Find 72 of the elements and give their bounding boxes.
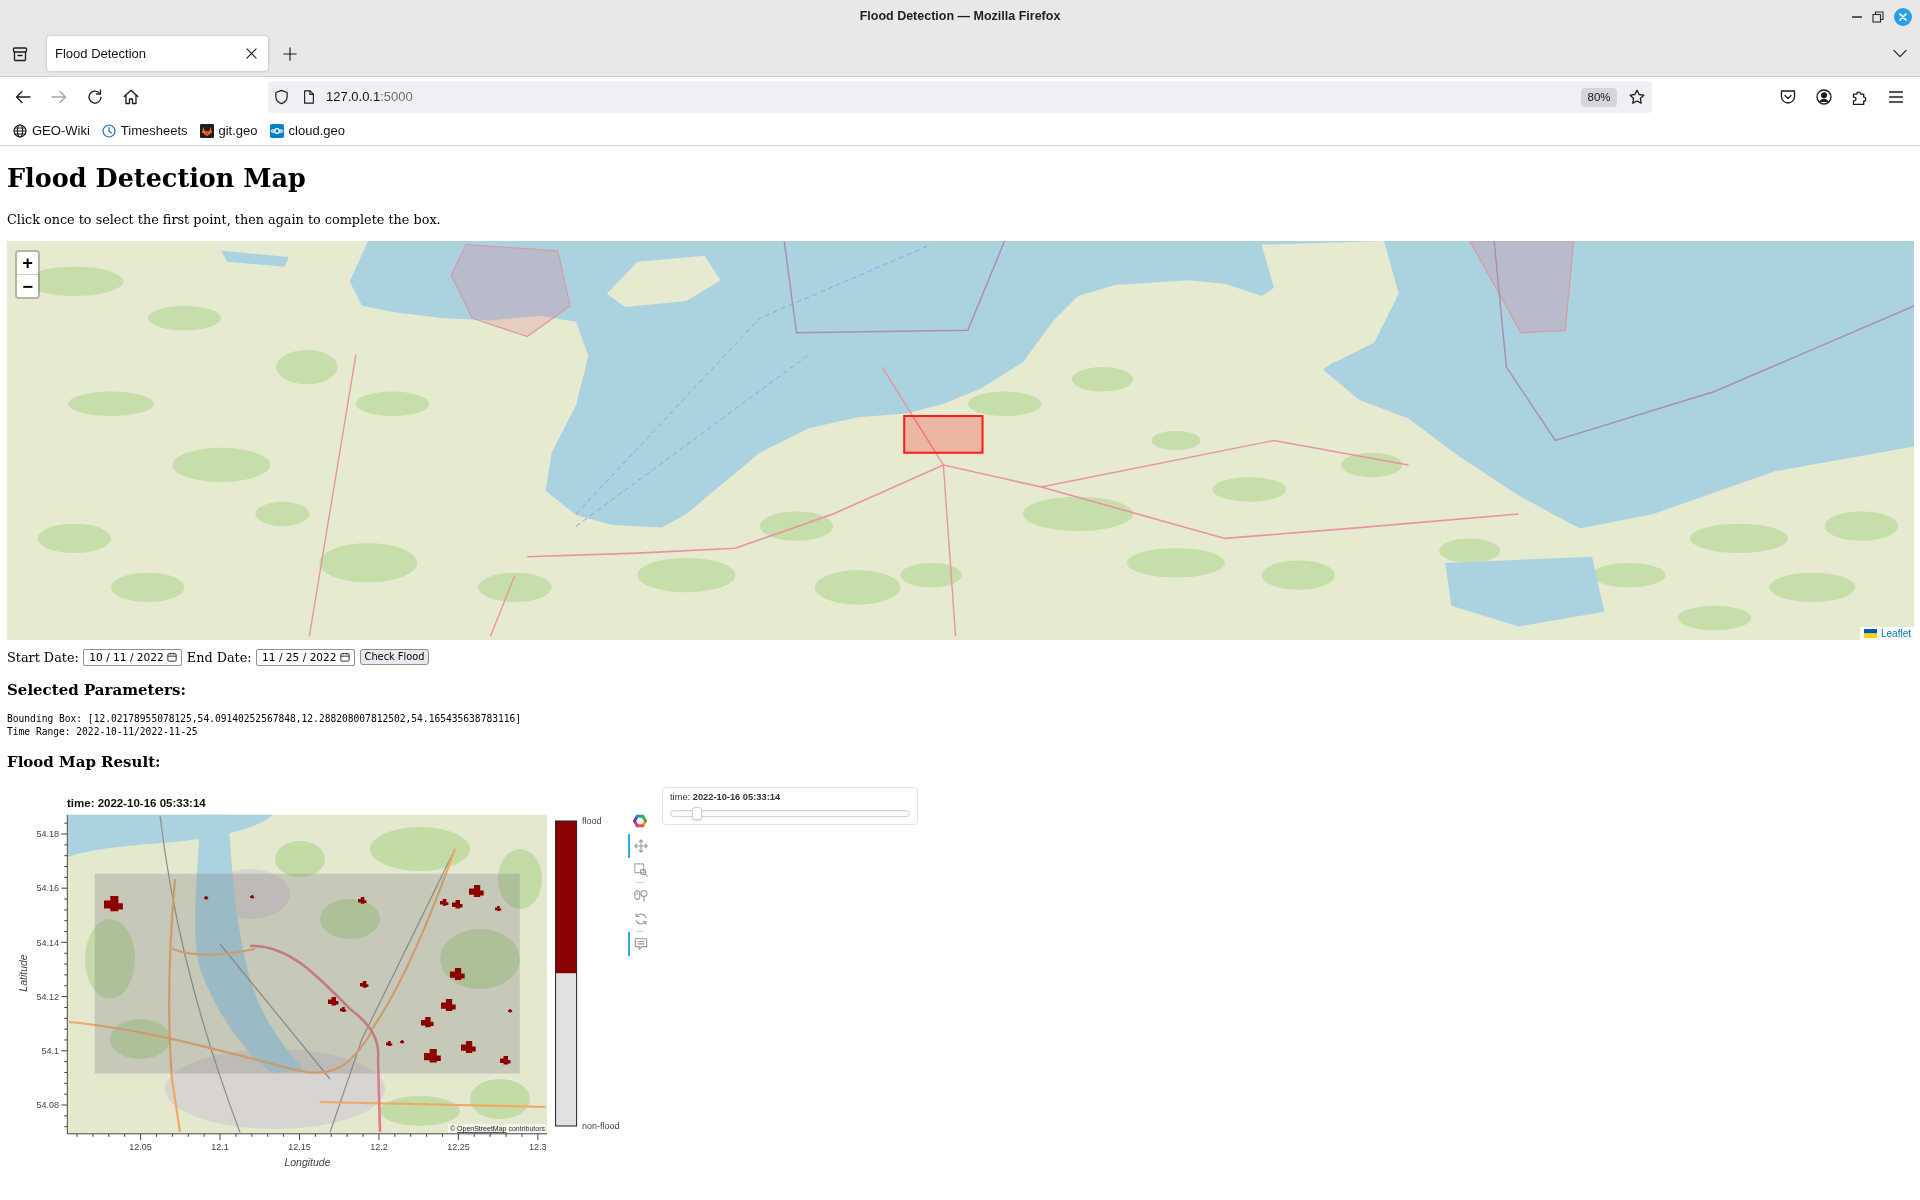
- calendar-icon[interactable]: [340, 652, 351, 662]
- bookmark-link[interactable]: Timesheets: [101, 123, 188, 139]
- shield-icon[interactable]: [274, 89, 289, 105]
- browser-tab[interactable]: Flood Detection: [47, 36, 268, 71]
- fox-icon: [199, 124, 214, 138]
- cloud-logo-icon: [269, 124, 284, 138]
- tick-label: 12.3: [529, 1142, 547, 1152]
- home-icon[interactable]: [123, 89, 139, 105]
- dashed-box-magnifier-icon: [634, 863, 648, 878]
- tick-label: 12.15: [288, 1142, 311, 1152]
- tick-label: 12.05: [129, 1142, 152, 1152]
- back-arrow-icon[interactable]: [15, 89, 31, 105]
- window-title: Flood Detection — Mozilla Firefox: [859, 9, 1061, 24]
- reload-icon[interactable]: [87, 89, 103, 105]
- close-icon[interactable]: [246, 48, 257, 59]
- map-drawing[interactable]: + − Leaflet: [7, 241, 1914, 640]
- parameter-line: Bounding Box: [12.02178955078125,54.09140252567848,12.288208007812502,54.165435638783116]: [7, 713, 523, 726]
- date-field[interactable]: 10 / 11 / 2022: [83, 648, 183, 666]
- slider-track[interactable]: [670, 810, 910, 818]
- bookmark-link[interactable]: cloud.geo: [269, 123, 345, 139]
- page-heading: Flood Detection Map: [7, 163, 307, 193]
- four-arrows-icon: [634, 839, 648, 854]
- circular-arrows-icon: [634, 912, 648, 927]
- bookmark-link[interactable]: GEO-Wiki: [13, 123, 90, 139]
- clock-icon: [101, 124, 116, 138]
- url-text[interactable]: 127.0.0.1:5000: [326, 89, 413, 105]
- parameter-line: Time Range: 2022-10-11/2022-11-25: [7, 725, 199, 739]
- tick-label: 12.1: [211, 1142, 229, 1152]
- plot-title: time: 2022-10-16 05:33:14: [67, 796, 206, 809]
- slider-label: time: 2022-10-16 05:33:14: [670, 791, 782, 804]
- instructions-text: Click once to select the first point, then again to complete the box.: [7, 212, 442, 228]
- tick-label: 54.16: [36, 883, 59, 894]
- plus-icon[interactable]: [283, 46, 297, 61]
- star-icon[interactable]: [1629, 89, 1645, 105]
- minimize-icon[interactable]: [1852, 15, 1862, 18]
- tick-label: 12.2: [370, 1142, 388, 1152]
- calendar-icon[interactable]: [167, 652, 178, 662]
- speech-bubble-icon: [634, 937, 648, 952]
- zoom-level-button[interactable]: 80%: [1581, 87, 1617, 107]
- mouse-magnifier-icon: [634, 888, 648, 903]
- colorbar-label: non-flood: [582, 1121, 620, 1132]
- tick-label: 12.25: [447, 1142, 470, 1152]
- tick-label: 54.18: [36, 829, 59, 840]
- date-field[interactable]: 11 / 25 / 2022: [256, 648, 356, 666]
- check-flood-button[interactable]: Check Flood: [359, 649, 430, 665]
- account-icon[interactable]: [1816, 89, 1832, 105]
- date-label: End Date:: [186, 649, 252, 665]
- axis-title: Longitude: [284, 1155, 331, 1168]
- slider-thumb[interactable]: [692, 807, 703, 821]
- restore-icon[interactable]: [1872, 10, 1884, 23]
- logo-icon[interactable]: [632, 813, 648, 830]
- box-icon[interactable]: [12, 45, 28, 62]
- tick-label: 54.12: [36, 992, 59, 1002]
- address-bar[interactable]: 127.0.0.1:5000 80%: [268, 81, 1652, 113]
- bookmark-link[interactable]: git.geo: [199, 123, 258, 139]
- globe-icon: [13, 124, 27, 138]
- page-icon: [302, 89, 316, 105]
- colorbar-label: flood: [582, 816, 602, 827]
- section-heading: Flood Map Result:: [7, 753, 162, 772]
- shield-chevron-icon[interactable]: [1780, 89, 1796, 105]
- section-heading: Selected Parameters:: [7, 681, 187, 699]
- zoom-in-button[interactable]: +: [17, 252, 38, 274]
- puzzle-icon[interactable]: [1852, 89, 1868, 105]
- tick-label: 54.1: [41, 1046, 59, 1057]
- tick-label: 54.08: [36, 1100, 59, 1111]
- menu-icon[interactable]: [1888, 89, 1904, 105]
- zoom-out-button[interactable]: −: [17, 275, 38, 297]
- tick-label: 54.14: [36, 937, 59, 948]
- flag-icon: [1864, 629, 1877, 638]
- date-label: Start Date:: [7, 649, 79, 665]
- chevron-down-icon[interactable]: [1893, 49, 1907, 58]
- axis-title: Latitude: [16, 954, 29, 992]
